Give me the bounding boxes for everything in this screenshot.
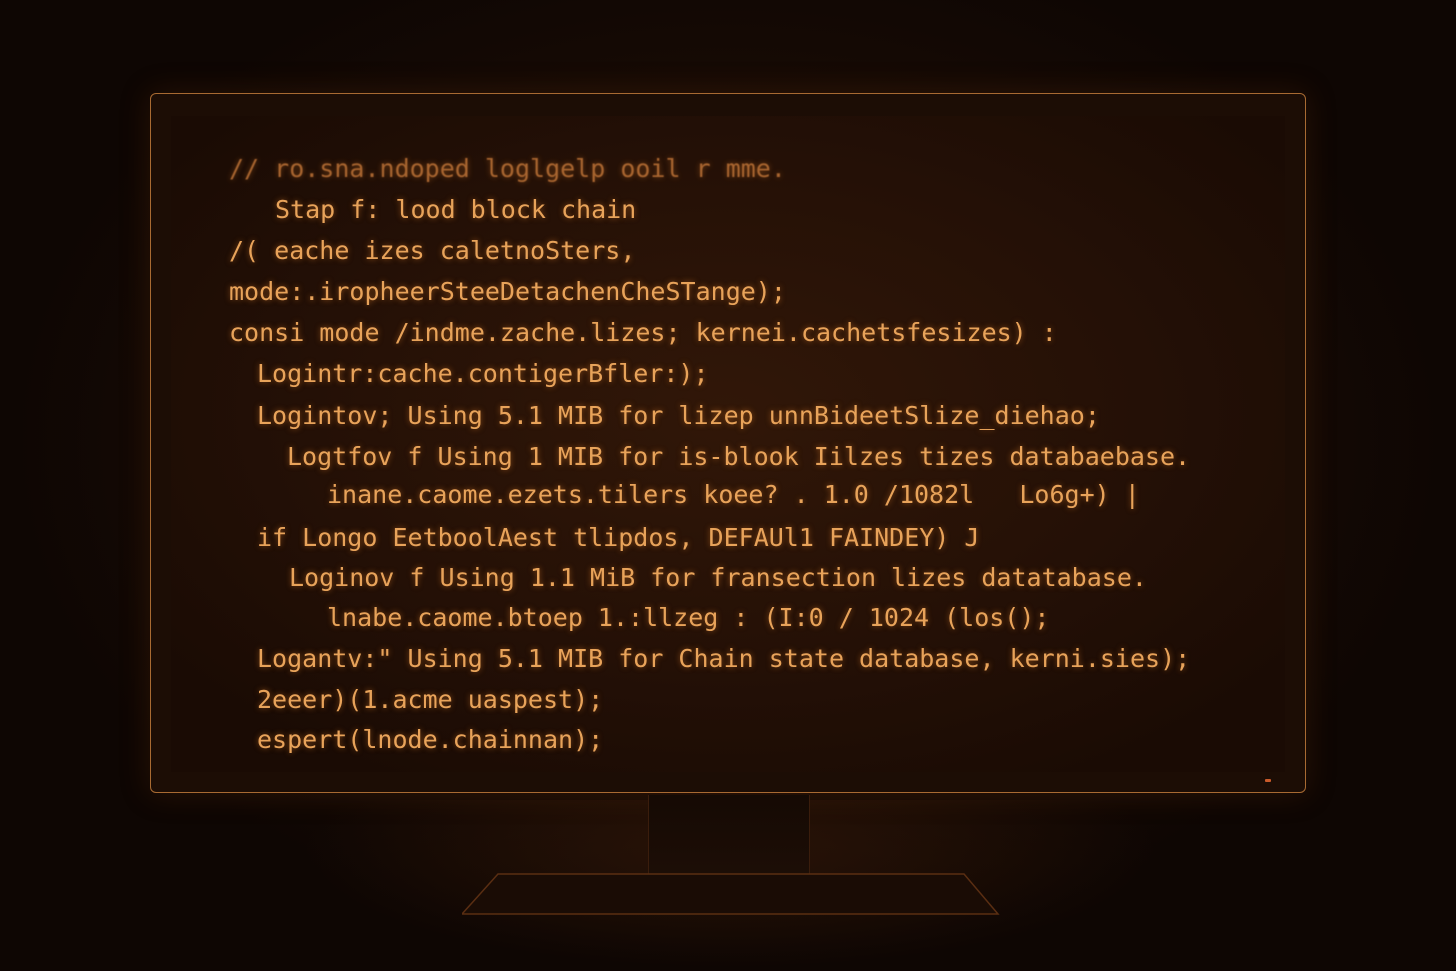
code-line: /( eache izes caletnoSters,	[229, 236, 636, 265]
code-line: Stap f: lood block chain	[275, 195, 637, 224]
code-line: if Longo EetboolAest tlipdos, DEFAUl1 FA…	[257, 523, 980, 552]
code-editor: // ro.sna.ndoped loglgelp ooil r mme. St…	[171, 116, 1285, 772]
monitor-stand-neck	[648, 795, 810, 877]
code-line: Logintov; Using 5.1 MIB for lizep unnBid…	[257, 401, 1100, 430]
code-line: mode:.iropheerSteeDetachenCheSTange);	[229, 277, 786, 306]
code-line: Loginov f Using 1.1 MiB for fransection …	[289, 563, 1147, 592]
code-line: Logtfov f Using 1 MIB for is-blook Iilze…	[287, 442, 1191, 471]
power-led-icon	[1265, 779, 1271, 782]
code-line: // ro.sna.ndoped loglgelp ooil r mme.	[229, 154, 786, 183]
code-line: espert(lnode.chainnan);	[257, 725, 604, 754]
code-line: 2eeer)(1.acme uaspest);	[257, 685, 604, 714]
monitor-screen: // ro.sna.ndoped loglgelp ooil r mme. St…	[171, 116, 1285, 772]
monitor-bezel: // ro.sna.ndoped loglgelp ooil r mme. St…	[150, 93, 1306, 793]
code-line: lnabe.caome.btoep 1.:llzeg : (I:0 / 1024…	[327, 603, 1050, 632]
code-line: consi mode /indme.zache.lizes; kernei.ca…	[229, 318, 1057, 347]
code-line: Logintr:cache.contigerBfler:);	[257, 359, 709, 388]
code-line: inane.caome.ezets.tilers koee? . 1.0 /10…	[327, 480, 1140, 509]
code-line: Logantv:" Using 5.1 MIB for Chain state …	[257, 644, 1191, 673]
dark-room-background: // ro.sna.ndoped loglgelp ooil r mme. St…	[0, 0, 1456, 971]
